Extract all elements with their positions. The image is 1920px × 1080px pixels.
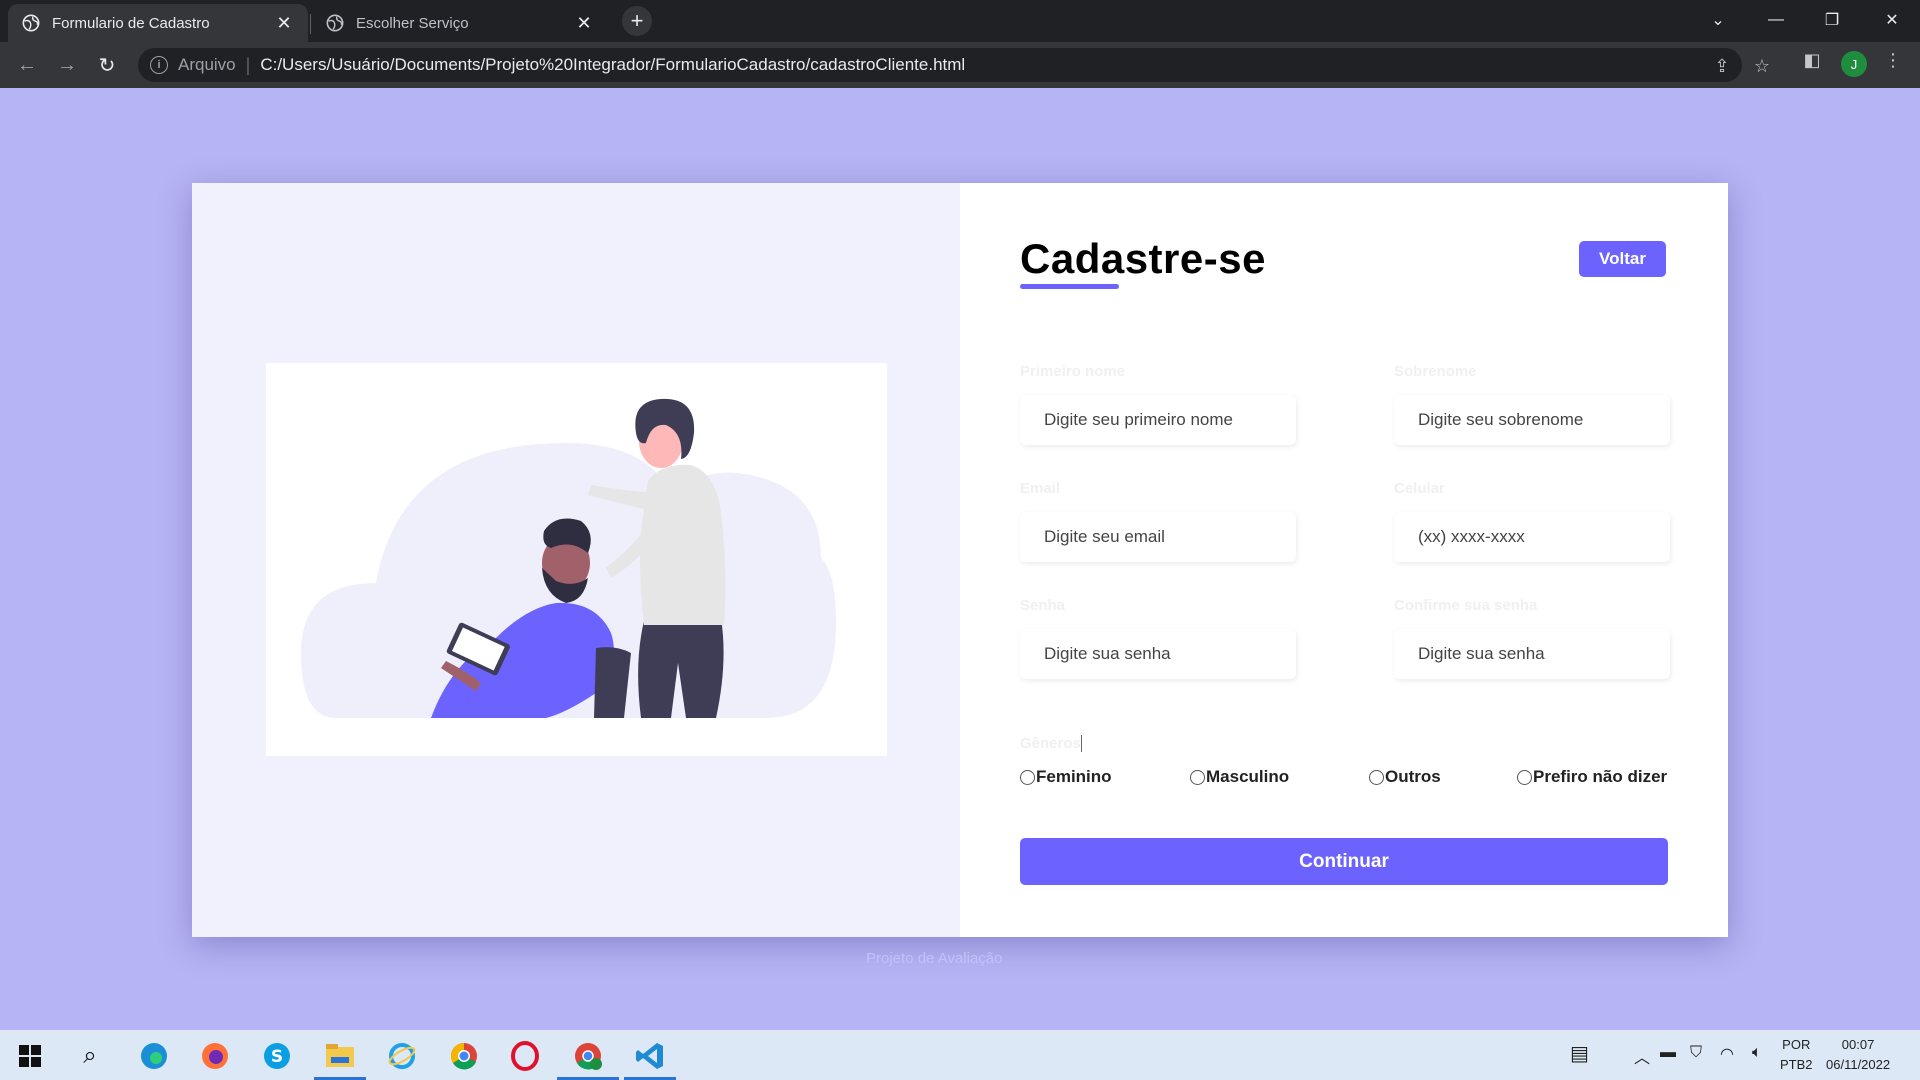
phone-label: Celular bbox=[1394, 480, 1445, 497]
confirm-password-group: Confirme sua senha bbox=[1394, 597, 1670, 679]
password-label: Senha bbox=[1020, 597, 1066, 614]
forward-arrow-icon[interactable]: → bbox=[53, 51, 81, 79]
password-input[interactable] bbox=[1020, 629, 1296, 679]
gender-option-label: Prefiro não dizer bbox=[1533, 767, 1668, 786]
email-label: Email bbox=[1020, 480, 1061, 497]
signup-card: Cadastre-se Voltar Primeiro nome Sobreno… bbox=[192, 183, 1728, 937]
shield-icon[interactable]: ⛉ bbox=[1690, 1044, 1702, 1062]
first-name-group: Primeiro nome bbox=[1020, 363, 1296, 445]
browser-toolbar: ← → ↻ i Arquivo | C:/Users/Usuário/Docum… bbox=[0, 42, 1920, 88]
tab-title: Formulario de Cadastro bbox=[52, 14, 210, 32]
file-explorer-icon[interactable] bbox=[322, 1038, 358, 1074]
text-caret bbox=[1081, 735, 1082, 752]
edge-icon[interactable] bbox=[136, 1038, 172, 1074]
back-arrow-icon[interactable]: ← bbox=[13, 51, 41, 79]
gender-option-prefiro-nao-dizer[interactable]: Prefiro não dizer bbox=[1517, 767, 1667, 787]
first-name-label: Primeiro nome bbox=[1020, 363, 1126, 380]
side-panel-icon[interactable]: ◧ bbox=[1798, 50, 1826, 71]
keyboard-layout: PTB2 bbox=[1780, 1057, 1813, 1072]
windows-taskbar: ⌕ S ▤ ︿ ▬ ⛉ ◠ 🔈︎ POR PTB2 00:07 06/11/20… bbox=[0, 1030, 1920, 1080]
language-indicator[interactable]: POR PTB2 bbox=[1780, 1035, 1813, 1075]
tab-search-icon[interactable]: ⌄ bbox=[1690, 0, 1746, 40]
last-name-group: Sobrenome bbox=[1394, 363, 1670, 445]
radio-button[interactable] bbox=[1190, 769, 1205, 785]
opera-icon[interactable] bbox=[507, 1038, 543, 1074]
tab-formulario-cadastro[interactable]: Formulario de Cadastro ✕ bbox=[8, 4, 308, 42]
tab-title: Escolher Serviço bbox=[356, 14, 469, 32]
footer-text: Projeto de Avaliação bbox=[866, 950, 1003, 967]
phone-group: Celular bbox=[1394, 480, 1670, 562]
last-name-input[interactable] bbox=[1394, 395, 1670, 445]
close-icon[interactable]: ✕ bbox=[574, 13, 594, 34]
clock-time: 00:07 bbox=[1841, 1037, 1875, 1052]
email-input[interactable] bbox=[1020, 512, 1296, 562]
battery-icon[interactable]: ▬ bbox=[1660, 1044, 1676, 1062]
chrome-profile-icon[interactable] bbox=[570, 1038, 606, 1074]
page-title: Cadastre-se bbox=[1020, 235, 1266, 282]
svg-text:S: S bbox=[271, 1047, 283, 1067]
gender-option-feminino[interactable]: Feminino bbox=[1020, 767, 1112, 787]
star-icon[interactable]: ☆ bbox=[1748, 56, 1776, 77]
back-button[interactable]: Voltar bbox=[1579, 241, 1666, 277]
globe-icon bbox=[326, 14, 344, 32]
address-protocol: Arquivo bbox=[178, 55, 236, 74]
skype-icon[interactable]: S bbox=[259, 1038, 295, 1074]
chrome-icon[interactable] bbox=[446, 1038, 482, 1074]
address-bar[interactable]: i Arquivo | C:/Users/Usuário/Documents/P… bbox=[138, 48, 1770, 82]
close-icon[interactable]: ✕ bbox=[274, 13, 294, 34]
tab-escolher-servico[interactable]: Escolher Serviço ✕ bbox=[312, 4, 608, 42]
info-icon[interactable]: i bbox=[150, 56, 168, 74]
restore-icon[interactable]: ❐ bbox=[1804, 0, 1860, 40]
menu-kebab-icon[interactable]: ⋮ bbox=[1879, 50, 1907, 71]
reload-icon[interactable]: ↻ bbox=[93, 51, 121, 79]
search-icon[interactable]: ⌕ bbox=[72, 1038, 108, 1074]
barber-illustration-svg bbox=[301, 398, 836, 718]
title-underline bbox=[1020, 284, 1119, 289]
news-widget-icon[interactable]: ▤ bbox=[1570, 1041, 1589, 1066]
first-name-input[interactable] bbox=[1020, 395, 1296, 445]
confirm-password-label: Confirme sua senha bbox=[1394, 597, 1538, 614]
continue-button[interactable]: Continuar bbox=[1020, 838, 1668, 885]
radio-button[interactable] bbox=[1020, 769, 1035, 785]
windows-start-icon[interactable] bbox=[12, 1038, 48, 1074]
gender-option-label: Feminino bbox=[1036, 767, 1112, 786]
gender-option-outros[interactable]: Outros bbox=[1369, 767, 1441, 787]
form-panel: Cadastre-se Voltar Primeiro nome Sobreno… bbox=[960, 183, 1728, 937]
barber-illustration bbox=[266, 363, 887, 756]
clock-date: 06/11/2022 bbox=[1826, 1057, 1891, 1072]
system-clock[interactable]: 00:07 06/11/2022 bbox=[1826, 1035, 1890, 1075]
phone-input[interactable] bbox=[1394, 512, 1670, 562]
radio-button[interactable] bbox=[1517, 769, 1532, 785]
language-code: POR bbox=[1782, 1037, 1811, 1052]
password-group: Senha bbox=[1020, 597, 1296, 679]
share-icon[interactable]: ⇪ bbox=[1708, 56, 1736, 77]
wifi-icon[interactable]: ◠ bbox=[1720, 1044, 1734, 1064]
last-name-label: Sobrenome bbox=[1394, 363, 1477, 380]
chevron-up-icon[interactable]: ︿ bbox=[1634, 1044, 1650, 1068]
new-tab-button[interactable]: + bbox=[622, 6, 652, 36]
globe-icon bbox=[22, 14, 40, 32]
vscode-icon[interactable] bbox=[632, 1038, 668, 1074]
gender-option-label: Outros bbox=[1385, 767, 1441, 786]
address-url: C:/Users/Usuário/Documents/Projeto%20Int… bbox=[260, 55, 966, 74]
gender-option-label: Masculino bbox=[1206, 767, 1290, 786]
internet-explorer-icon[interactable] bbox=[384, 1038, 420, 1074]
radio-button[interactable] bbox=[1369, 769, 1384, 785]
volume-icon[interactable]: 🔈︎ bbox=[1752, 1044, 1762, 1062]
gender-option-masculino[interactable]: Masculino bbox=[1190, 767, 1289, 787]
confirm-password-input[interactable] bbox=[1394, 629, 1670, 679]
tab-separator bbox=[310, 14, 311, 34]
gender-options: Feminino Masculino Outros Prefiro não di… bbox=[1020, 767, 1668, 789]
address-separator: | bbox=[245, 54, 251, 75]
window-close-icon[interactable]: ✕ bbox=[1864, 0, 1920, 40]
profile-avatar[interactable]: J bbox=[1841, 51, 1867, 77]
minimize-icon[interactable]: — bbox=[1748, 0, 1804, 40]
firefox-icon[interactable] bbox=[197, 1038, 233, 1074]
gender-title: Gêneros bbox=[1020, 735, 1081, 752]
email-group: Email bbox=[1020, 480, 1296, 562]
illustration-panel bbox=[192, 183, 960, 937]
browser-tab-strip: Formulario de Cadastro ✕ Escolher Serviç… bbox=[0, 0, 1920, 42]
